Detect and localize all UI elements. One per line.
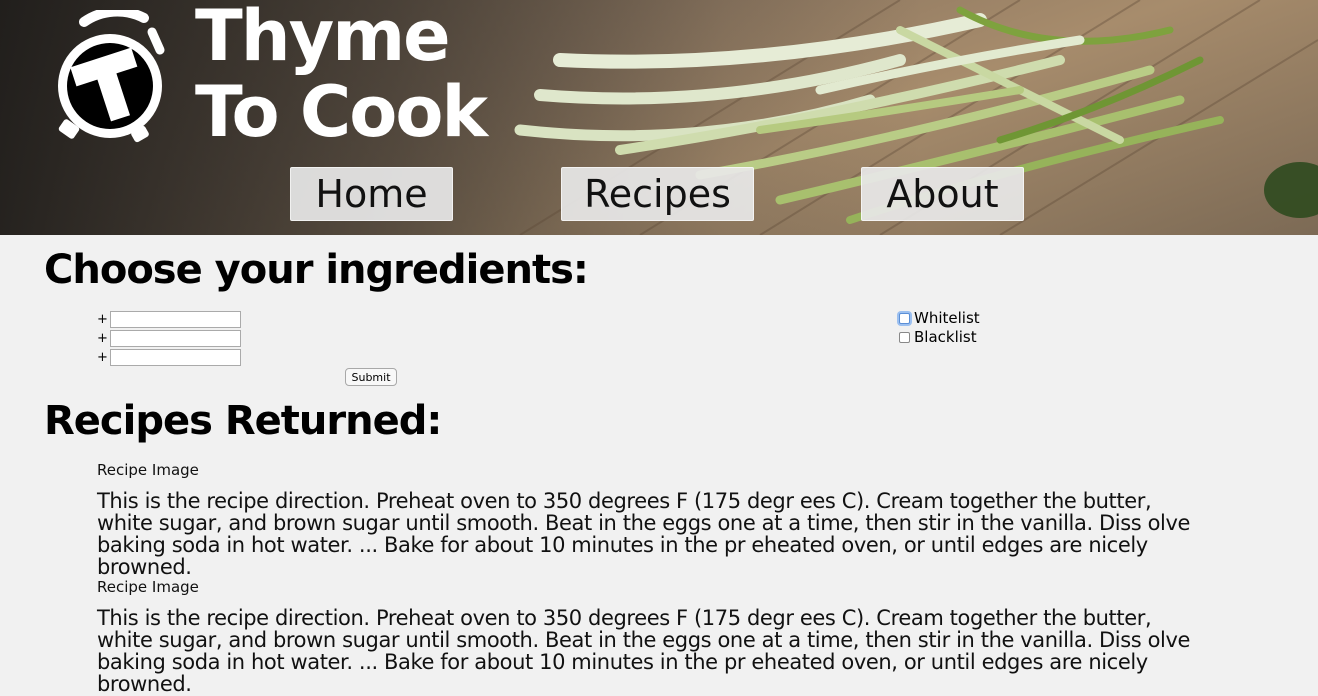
ingredient-row: + <box>97 348 241 367</box>
ingredient-input-3[interactable] <box>110 349 241 366</box>
recipe-image-placeholder: Recipe Image <box>97 461 199 479</box>
ingredient-row: + <box>97 329 241 348</box>
whitelist-label: Whitelist <box>914 309 980 327</box>
nav-about-button[interactable]: About <box>861 167 1024 221</box>
submit-button[interactable]: Submit <box>345 368 397 386</box>
ingredients-heading: Choose your ingredients: <box>44 247 589 293</box>
blacklist-option[interactable]: Blacklist <box>899 328 977 346</box>
timer-t-logo-icon <box>58 10 165 143</box>
blacklist-label: Blacklist <box>914 328 977 346</box>
ingredient-input-2[interactable] <box>110 330 241 347</box>
brand-line-1: Thyme <box>195 0 451 77</box>
results-heading: Recipes Returned: <box>44 398 442 444</box>
ingredient-input-1[interactable] <box>110 311 241 328</box>
plus-label: + <box>97 331 108 346</box>
recipe-direction: This is the recipe direction. Preheat ov… <box>97 489 1190 579</box>
brand-line-2: To Cook <box>195 71 488 153</box>
brand-title: Thyme To Cook <box>195 0 488 153</box>
whitelist-checkbox[interactable] <box>899 312 910 324</box>
nav-recipes-button[interactable]: Recipes <box>561 167 754 221</box>
nav-home-button[interactable]: Home <box>290 167 453 221</box>
header-banner: Thyme To Cook Home Recipes About <box>0 0 1318 235</box>
plus-label: + <box>97 350 108 365</box>
blacklist-checkbox[interactable] <box>899 331 910 343</box>
recipe-direction: This is the recipe direction. Preheat ov… <box>97 606 1190 696</box>
whitelist-option[interactable]: Whitelist <box>899 309 980 327</box>
recipe-image-placeholder: Recipe Image <box>97 578 199 596</box>
plus-label: + <box>97 312 108 327</box>
ingredient-row: + <box>97 310 241 329</box>
